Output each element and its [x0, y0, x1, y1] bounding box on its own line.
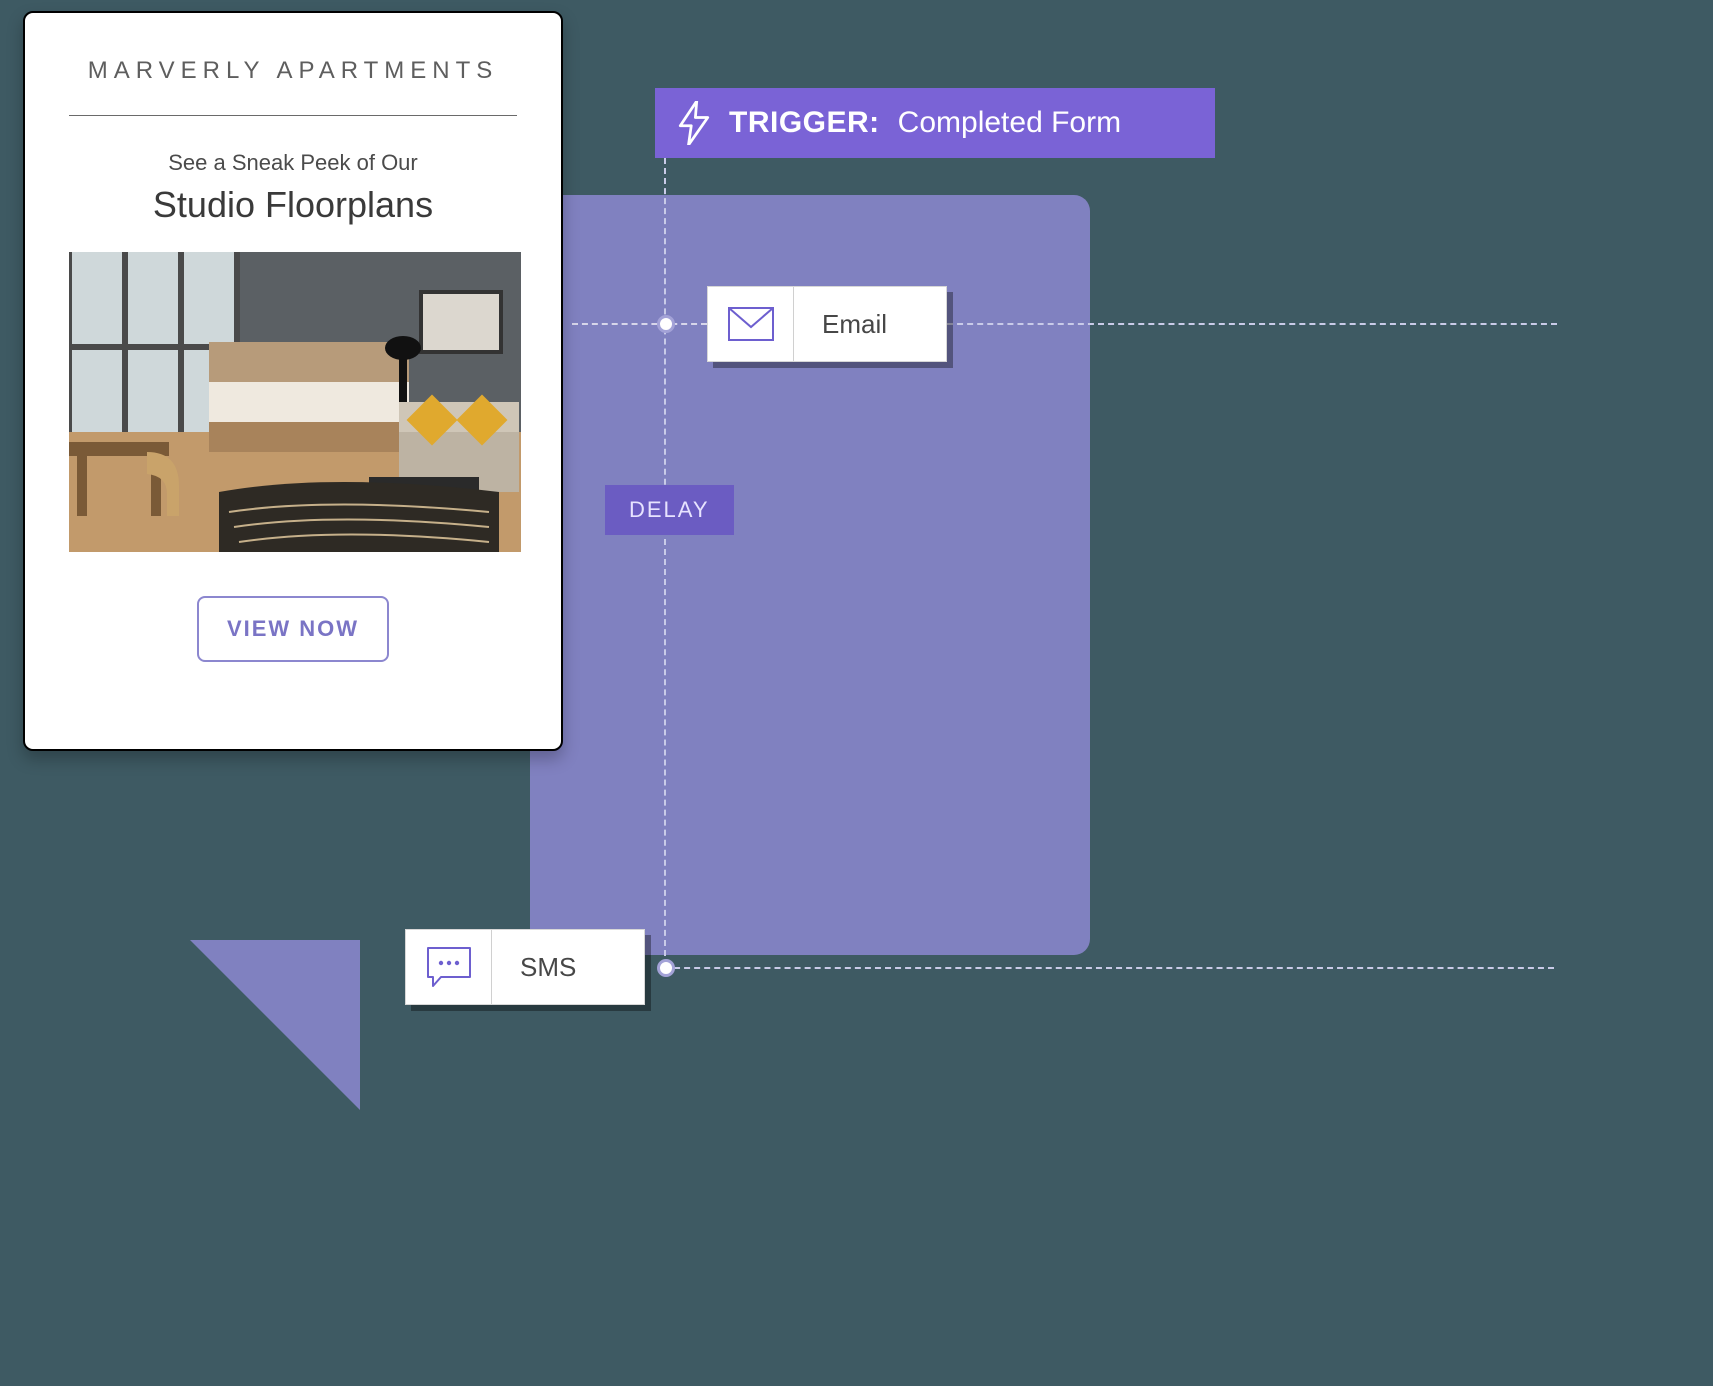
brand-name: MARVERLY APARTMENTS	[69, 57, 517, 85]
headline: Studio Floorplans	[69, 184, 517, 226]
speech-bubble-tail	[190, 940, 360, 1110]
flow-node-email[interactable]: Email	[707, 286, 947, 362]
view-now-button[interactable]: VIEW NOW	[197, 596, 389, 662]
trigger-value: Completed Form	[898, 106, 1121, 140]
connector-dot-email	[657, 315, 675, 333]
hero-image	[69, 252, 521, 552]
connector-email-right	[947, 323, 1557, 325]
flow-node-label: SMS	[492, 930, 604, 1004]
connector-card-to-email	[572, 323, 707, 325]
delay-badge[interactable]: DELAY	[605, 485, 734, 535]
flow-node-label: Email	[794, 287, 915, 361]
envelope-icon	[708, 287, 794, 361]
trigger-bar[interactable]: TRIGGER: Completed Form	[655, 88, 1215, 158]
lightning-bolt-icon	[677, 101, 711, 145]
connector-dot-sms	[657, 959, 675, 977]
divider	[69, 115, 517, 116]
email-preview-card: MARVERLY APARTMENTS See a Sneak Peek of …	[23, 11, 563, 751]
connector-vertical	[664, 158, 666, 966]
trigger-label: TRIGGER:	[729, 106, 880, 140]
pre-headline: See a Sneak Peek of Our	[69, 150, 517, 176]
connector-sms-right	[664, 967, 1554, 969]
chat-bubble-icon	[406, 930, 492, 1004]
flow-node-sms[interactable]: SMS	[405, 929, 645, 1005]
